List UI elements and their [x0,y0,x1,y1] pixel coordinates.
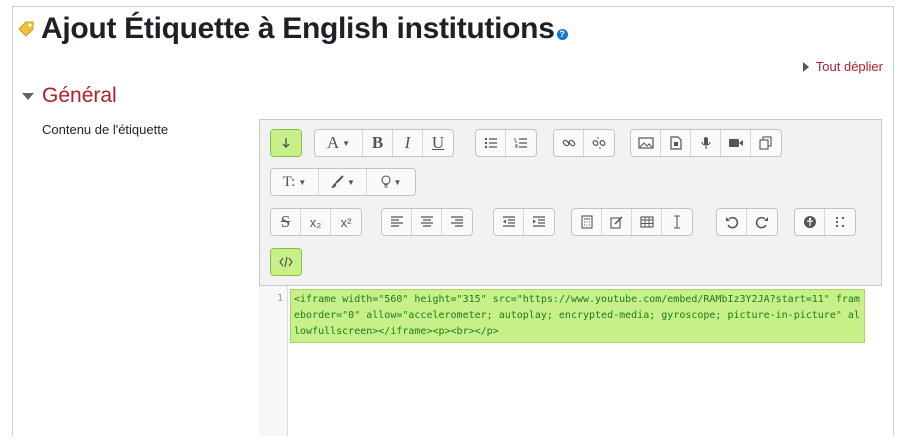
code-textarea[interactable]: <iframe width="560" height="315" src="ht… [290,289,865,343]
script-group: S x₂ x² [270,208,362,236]
code-icon [279,256,293,268]
align-right-icon [451,216,463,227]
italic-button[interactable]: I [393,130,423,156]
chevron-down-icon: ▼ [298,177,307,187]
equation-button[interactable] [572,209,602,235]
collapse-toolbar-button[interactable] [271,130,301,156]
accessibility-group [794,208,856,236]
caret-down-icon [22,92,34,100]
image-icon [637,137,654,149]
special-character-button[interactable] [602,209,632,235]
align-left-icon [390,216,403,227]
unordered-list-button[interactable] [476,130,506,156]
outdent-icon [502,216,515,227]
file-media-icon [669,136,682,150]
video-camera-icon [728,139,743,147]
link-icon [562,139,575,147]
section-general-toggle[interactable]: Général [22,84,117,108]
text-cursor-icon [674,215,680,229]
unlink-icon [592,137,606,149]
chevron-down-icon: ▼ [393,177,402,187]
editor-toolbar: A ▼ B I U T: ▼ ▼ ▼ S x₂ x² [259,119,882,286]
clear-formatting-button[interactable] [662,209,692,235]
ordered-list-button[interactable] [506,130,536,156]
toolbar-collapse-group [270,129,302,157]
microphone-icon [700,137,711,149]
redo-icon [755,216,768,229]
unlink-button[interactable] [584,130,614,156]
line-gutter: 1 [259,286,288,436]
font-button[interactable]: A ▼ [315,130,363,156]
align-group [381,208,473,236]
record-audio-button[interactable] [691,130,721,156]
text-format-group: A ▼ B I U [314,129,454,157]
paintbrush-icon [331,175,344,188]
html-source-button[interactable] [271,249,301,275]
redo-button[interactable] [747,209,777,235]
table-icon [639,216,654,228]
section-title: Général [42,84,117,107]
numbered-list-icon [514,138,527,148]
superscript-button[interactable]: x² [331,209,361,235]
line-number: 1 [276,293,283,304]
accessibility-icon [803,216,816,228]
outdent-button[interactable] [494,209,524,235]
arrow-down-icon [282,138,290,148]
manage-files-button[interactable] [751,130,781,156]
html-source-editor[interactable]: 1 <iframe width="560" height="315" src="… [259,286,882,436]
link-group [553,129,615,157]
underline-button[interactable]: U [423,130,453,156]
chevron-down-icon: ▼ [347,177,355,187]
calculator-icon [580,215,593,229]
indent-button[interactable] [524,209,554,235]
lightbulb-icon [380,175,391,188]
accessibility-tips-button[interactable]: ▼ [367,169,415,195]
strikethrough-icon: S [280,212,291,231]
field-label: Contenu de l'étiquette [42,122,169,137]
indent-icon [533,216,545,227]
strikethrough-button[interactable]: S [271,209,301,235]
insert-group [571,208,693,236]
accessibility-checker-button[interactable] [795,209,825,235]
caret-right-icon [802,61,809,72]
style-group: T: ▼ ▼ ▼ [270,168,416,196]
undo-button[interactable] [717,209,747,235]
chevron-down-icon: ▼ [342,138,351,148]
list-group [475,129,537,157]
screenreader-helper-button[interactable] [825,209,855,235]
record-video-button[interactable] [721,130,751,156]
align-right-button[interactable] [442,209,472,235]
edit-icon [609,216,622,229]
paragraph-style-button[interactable]: T: ▼ [271,169,319,195]
align-center-button[interactable] [412,209,442,235]
subscript-button[interactable]: x₂ [301,209,331,235]
history-group [716,208,778,236]
align-left-button[interactable] [382,209,412,235]
braille-icon [835,216,845,228]
link-button[interactable] [554,130,584,156]
page-title: Ajout Étiquette à English institutions [41,12,555,45]
page-header: Ajout Étiquette à English institutions ? [17,12,568,46]
help-icon[interactable]: ? [556,28,568,40]
media-group [630,129,782,157]
html-group [270,248,302,276]
expand-all-label: Tout déplier [815,59,883,74]
copy-files-icon [759,136,772,150]
image-button[interactable] [631,130,661,156]
table-button[interactable] [632,209,662,235]
tag-icon [18,21,34,37]
bold-button[interactable]: B [363,130,393,156]
align-center-icon [420,216,433,227]
expand-all-link[interactable]: Tout déplier [802,59,883,74]
media-button[interactable] [661,130,691,156]
font-color-button[interactable]: ▼ [319,169,367,195]
undo-icon [725,216,738,229]
indent-group [493,208,555,236]
bullet-list-icon [484,137,497,149]
